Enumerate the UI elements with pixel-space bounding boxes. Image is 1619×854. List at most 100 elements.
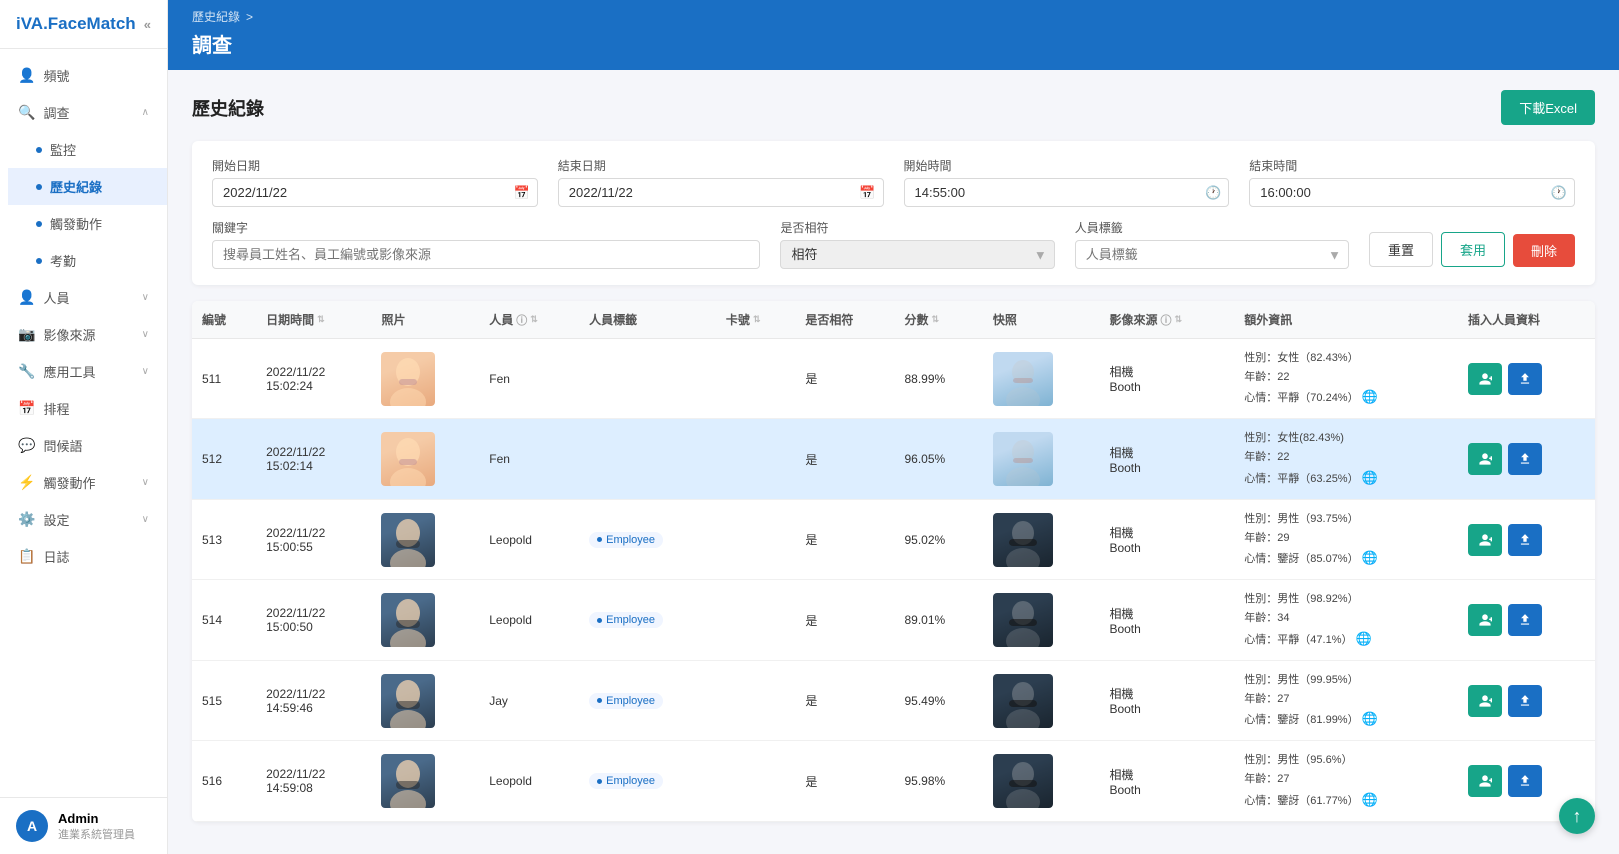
cell-id: 511 bbox=[192, 339, 256, 419]
table-row[interactable]: 515 2022/11/22 14:59:46 Jay Employee 是 9… bbox=[192, 660, 1595, 740]
col-source[interactable]: 影像來源 ⓘ ⇅ bbox=[1099, 301, 1234, 339]
sidebar-item-survey[interactable]: 🔍 調查 ∧ bbox=[0, 94, 167, 131]
score-sort-icon: ⇅ bbox=[932, 314, 940, 325]
globe-icon: 🌐 bbox=[1356, 631, 1372, 646]
calendar-icon-2: 📅 bbox=[859, 185, 875, 201]
cell-matched: 是 bbox=[795, 419, 894, 499]
logs-icon: 📋 bbox=[18, 548, 35, 565]
sidebar-item-monitor[interactable]: 監控 bbox=[8, 131, 167, 168]
start-time-input[interactable] bbox=[904, 178, 1230, 207]
table-row[interactable]: 512 2022/11/22 15:02:14 Fen 是 96.05% bbox=[192, 419, 1595, 499]
col-card[interactable]: 卡號 ⇅ bbox=[716, 301, 795, 339]
source-sort-icon: ⇅ bbox=[1174, 314, 1182, 325]
people-icon: 👤 bbox=[18, 289, 35, 306]
clock-icon: 🕐 bbox=[1205, 185, 1221, 201]
keyword-input[interactable] bbox=[212, 240, 760, 269]
start-time-input-wrapper: 🕐 bbox=[904, 178, 1230, 207]
add-person-button[interactable] bbox=[1468, 685, 1502, 717]
cell-datetime: 2022/11/22 14:59:46 bbox=[256, 660, 371, 740]
match-select[interactable]: 相符 不相符 全部 bbox=[780, 240, 1054, 269]
reset-button[interactable]: 重置 bbox=[1369, 232, 1433, 267]
sidebar-item-trigger-action-sub[interactable]: 觸發動作 bbox=[8, 205, 167, 242]
sidebar-item-label: 考勤 bbox=[50, 251, 76, 270]
match-dropdown-icon: ▼ bbox=[1034, 247, 1047, 262]
sidebar-item-trigger[interactable]: ⚡ 觸發動作 ∨ bbox=[0, 464, 167, 501]
filter-actions: 重置 套用 刪除 bbox=[1369, 232, 1575, 269]
video-arrow: ∨ bbox=[142, 329, 149, 340]
tag-group: 人員標籤 ▼ bbox=[1075, 219, 1349, 269]
download-button[interactable] bbox=[1508, 604, 1542, 636]
sidebar-item-tools[interactable]: 🔧 應用工具 ∨ bbox=[0, 353, 167, 390]
add-person-icon bbox=[1478, 450, 1492, 468]
add-person-button[interactable] bbox=[1468, 604, 1502, 636]
add-person-icon bbox=[1478, 370, 1492, 388]
cell-extra: 性別：女性(82.43%) 年齡：22 心情：平靜（63.25%） 🌐 bbox=[1234, 419, 1458, 499]
sidebar-collapse-icon[interactable]: « bbox=[144, 17, 151, 32]
end-date-input[interactable] bbox=[558, 178, 884, 207]
download-button[interactable] bbox=[1508, 363, 1542, 395]
cell-source: 相機 Booth bbox=[1099, 499, 1234, 579]
col-score[interactable]: 分數 ⇅ bbox=[894, 301, 982, 339]
col-datetime[interactable]: 日期時間 ⇅ bbox=[256, 301, 371, 339]
face-svg bbox=[381, 593, 435, 647]
sidebar-item-channel[interactable]: 👤 頻號 bbox=[0, 57, 167, 94]
history-dot bbox=[36, 184, 42, 190]
sidebar-item-history[interactable]: 歷史紀錄 bbox=[8, 168, 167, 205]
start-date-input[interactable] bbox=[212, 178, 538, 207]
cell-photo bbox=[371, 499, 479, 579]
survey-arrow: ∧ bbox=[142, 107, 149, 118]
breadcrumb: 歷史紀錄 > bbox=[192, 8, 1595, 25]
col-extra: 額外資訊 bbox=[1234, 301, 1458, 339]
match-label: 是否相符 bbox=[780, 219, 1054, 236]
table-row[interactable]: 514 2022/11/22 15:00:50 Leopold Employee… bbox=[192, 580, 1595, 660]
sidebar-item-video-source[interactable]: 📷 影像來源 ∨ bbox=[0, 316, 167, 353]
sidebar-item-settings[interactable]: ⚙️ 設定 ∨ bbox=[0, 501, 167, 538]
add-person-button[interactable] bbox=[1468, 524, 1502, 556]
sidebar-item-greeting[interactable]: 💬 問候語 bbox=[0, 427, 167, 464]
end-time-input[interactable] bbox=[1249, 178, 1575, 207]
scroll-up-button[interactable]: ↑ bbox=[1559, 798, 1595, 834]
cell-datetime: 2022/11/22 15:00:50 bbox=[256, 580, 371, 660]
tag-input[interactable] bbox=[1075, 240, 1349, 269]
tag-dropdown-icon: ▼ bbox=[1328, 247, 1341, 262]
sidebar-item-people[interactable]: 👤 人員 ∨ bbox=[0, 279, 167, 316]
download-icon bbox=[1518, 451, 1532, 467]
add-person-button[interactable] bbox=[1468, 363, 1502, 395]
download-button[interactable] bbox=[1508, 765, 1542, 797]
apply-button[interactable]: 套用 bbox=[1441, 232, 1505, 267]
download-button[interactable] bbox=[1508, 524, 1542, 556]
cell-person: Fen bbox=[479, 419, 579, 499]
sidebar-item-schedule[interactable]: 📅 排程 bbox=[0, 390, 167, 427]
cell-photo bbox=[371, 580, 479, 660]
table-row[interactable]: 516 2022/11/22 14:59:08 Leopold Employee… bbox=[192, 741, 1595, 821]
col-person[interactable]: 人員 ⓘ ⇅ bbox=[479, 301, 579, 339]
add-person-button[interactable] bbox=[1468, 765, 1502, 797]
main-content: 歷史紀錄 > 調查 歷史紀錄 下載Excel 開始日期 📅 bbox=[168, 0, 1619, 854]
delete-button[interactable]: 刪除 bbox=[1513, 234, 1575, 267]
sidebar-item-attendance[interactable]: 考勤 bbox=[8, 242, 167, 279]
snap-svg bbox=[993, 513, 1053, 567]
survey-icon: 🔍 bbox=[18, 104, 35, 121]
start-date-label: 開始日期 bbox=[212, 157, 538, 174]
person-photo bbox=[381, 513, 435, 567]
table-row[interactable]: 511 2022/11/22 15:02:24 Fen 是 88.99% bbox=[192, 339, 1595, 419]
cell-action bbox=[1458, 339, 1595, 419]
cell-id: 514 bbox=[192, 580, 256, 660]
download-button[interactable] bbox=[1508, 443, 1542, 475]
cell-card bbox=[716, 339, 795, 419]
app-logo: iVA.FaceMatch « bbox=[0, 0, 167, 49]
download-icon bbox=[1518, 371, 1532, 387]
download-button[interactable] bbox=[1508, 685, 1542, 717]
settings-icon: ⚙️ bbox=[18, 511, 35, 528]
table-row[interactable]: 513 2022/11/22 15:00:55 Leopold Employee… bbox=[192, 499, 1595, 579]
face-svg bbox=[381, 513, 435, 567]
settings-arrow: ∨ bbox=[142, 514, 149, 525]
cell-datetime: 2022/11/22 14:59:08 bbox=[256, 741, 371, 821]
snap-svg bbox=[993, 754, 1053, 808]
sidebar-item-logs[interactable]: 📋 日誌 bbox=[0, 538, 167, 575]
person-photo bbox=[381, 674, 435, 728]
extra-info: 性別：男性（93.75%） 年齡：29 心情：鑒訝（85.07%） 🌐 bbox=[1244, 510, 1448, 569]
snap-svg bbox=[993, 352, 1053, 406]
add-person-button[interactable] bbox=[1468, 443, 1502, 475]
download-excel-button[interactable]: 下載Excel bbox=[1501, 90, 1595, 125]
